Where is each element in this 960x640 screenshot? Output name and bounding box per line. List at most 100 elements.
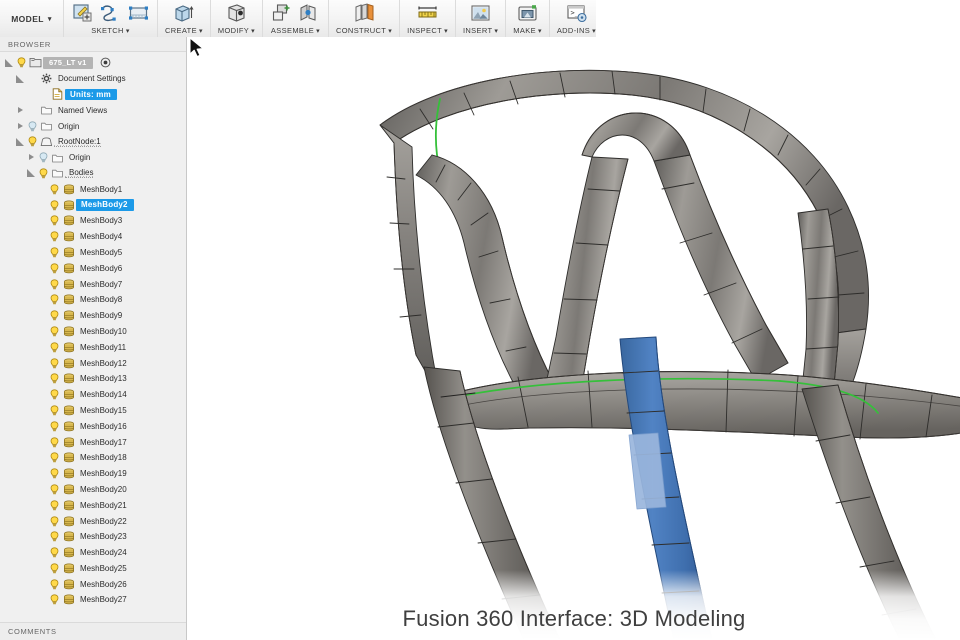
lightbulb-icon[interactable] bbox=[48, 515, 61, 527]
select-arrow-icon[interactable] bbox=[618, 2, 642, 24]
lightbulb-icon[interactable] bbox=[48, 294, 61, 305]
extrude-icon[interactable] bbox=[172, 2, 195, 24]
tree-item[interactable]: RootNode:1 bbox=[0, 134, 186, 150]
tree-item[interactable]: MeshBody26 bbox=[0, 576, 186, 592]
lightbulb-icon[interactable] bbox=[48, 373, 61, 384]
joint-icon[interactable] bbox=[298, 2, 321, 24]
expand-arrow-icon[interactable] bbox=[15, 121, 26, 132]
toolbar-group-addins[interactable]: >_ ADD-INS ▾ bbox=[549, 0, 604, 37]
tree-item[interactable]: MeshBody11 bbox=[0, 339, 186, 355]
comments-header[interactable]: COMMENTS bbox=[0, 622, 186, 640]
tree-item[interactable]: Origin bbox=[0, 118, 186, 134]
measure-icon[interactable] bbox=[416, 2, 439, 24]
tree-item[interactable]: MeshBody14 bbox=[0, 387, 186, 403]
tree-item[interactable]: MeshBody6 bbox=[0, 260, 186, 276]
toolbar-group-construct[interactable]: CONSTRUCT ▾ bbox=[328, 0, 401, 37]
toolbar-group-select[interactable]: SELECT ▾ bbox=[603, 0, 657, 37]
lightbulb-icon[interactable] bbox=[48, 563, 61, 574]
collapse-arrow-icon[interactable] bbox=[4, 57, 15, 68]
view-toggle-icon[interactable] bbox=[98, 57, 113, 68]
tree-item[interactable]: MeshBody12 bbox=[0, 355, 186, 371]
lightbulb-icon[interactable] bbox=[48, 500, 61, 511]
lightbulb-icon[interactable] bbox=[48, 547, 61, 558]
browser-tree[interactable]: 675_LT v1 Document Settings Units: mm Named… bbox=[0, 52, 186, 622]
toolbar-group-sketch[interactable]: SKETCH ▾ bbox=[64, 0, 158, 37]
lightbulb-icon[interactable] bbox=[48, 278, 61, 290]
expand-arrow-icon[interactable] bbox=[15, 105, 26, 116]
lightbulb-icon[interactable] bbox=[48, 263, 61, 274]
toolbar-group-create[interactable]: CREATE ▾ bbox=[158, 0, 211, 37]
lightbulb-icon[interactable] bbox=[48, 389, 61, 400]
lightbulb-icon[interactable] bbox=[26, 120, 39, 132]
lightbulb-icon[interactable] bbox=[48, 405, 61, 416]
3d-print-icon[interactable] bbox=[516, 2, 539, 24]
spline-icon[interactable] bbox=[99, 2, 122, 24]
tree-item[interactable]: MeshBody5 bbox=[0, 245, 186, 261]
workspace-switcher-button[interactable]: MODEL ▾ bbox=[0, 0, 64, 37]
scripts-addins-icon[interactable]: >_ bbox=[565, 2, 588, 24]
lightbulb-icon[interactable] bbox=[48, 215, 61, 226]
lightbulb-icon[interactable] bbox=[48, 484, 61, 495]
tree-item[interactable]: MeshBody13 bbox=[0, 371, 186, 387]
toolbar-group-modify[interactable]: MODIFY ▾ bbox=[210, 0, 263, 37]
tree-item[interactable]: MeshBody21 bbox=[0, 497, 186, 513]
lightbulb-icon[interactable] bbox=[37, 152, 50, 163]
expand-arrow-icon[interactable] bbox=[26, 152, 37, 163]
lightbulb-icon[interactable] bbox=[48, 531, 61, 542]
tree-item[interactable]: MeshBody3 bbox=[0, 213, 186, 229]
lightbulb-icon[interactable] bbox=[48, 247, 61, 258]
lightbulb-icon[interactable] bbox=[48, 310, 61, 321]
lightbulb-icon[interactable] bbox=[48, 579, 61, 590]
tree-item[interactable]: Document Settings bbox=[0, 71, 186, 87]
tree-item[interactable]: MeshBody15 bbox=[0, 403, 186, 419]
toolbar-group-inspect[interactable]: INSPECT ▾ bbox=[400, 0, 456, 37]
new-component-icon[interactable] bbox=[270, 2, 293, 24]
create-sketch-icon[interactable] bbox=[71, 2, 94, 24]
lightbulb-icon[interactable] bbox=[48, 184, 61, 195]
lightbulb-icon[interactable] bbox=[48, 357, 61, 369]
lightbulb-icon[interactable] bbox=[48, 421, 61, 432]
insert-image-icon[interactable] bbox=[469, 2, 492, 24]
collapse-arrow-icon[interactable] bbox=[26, 168, 37, 179]
lightbulb-icon[interactable] bbox=[15, 57, 28, 68]
tree-item[interactable]: MeshBody23 bbox=[0, 529, 186, 545]
tree-item[interactable]: MeshBody4 bbox=[0, 229, 186, 245]
lightbulb-icon[interactable] bbox=[48, 326, 61, 337]
tree-item[interactable]: MeshBody25 bbox=[0, 561, 186, 577]
tree-item[interactable]: MeshBody7 bbox=[0, 276, 186, 292]
tree-item[interactable]: MeshBody1 bbox=[0, 181, 186, 197]
tree-item[interactable]: Origin bbox=[0, 150, 186, 166]
lightbulb-icon[interactable] bbox=[37, 168, 50, 179]
tree-item[interactable]: Units: mm bbox=[0, 87, 186, 103]
tree-item[interactable]: MeshBody27 bbox=[0, 592, 186, 608]
rectangle-icon[interactable] bbox=[127, 2, 150, 24]
tree-item[interactable]: MeshBody22 bbox=[0, 513, 186, 529]
tree-item[interactable]: Named Views bbox=[0, 102, 186, 118]
lightbulb-icon[interactable] bbox=[48, 468, 61, 479]
tree-item[interactable]: MeshBody17 bbox=[0, 434, 186, 450]
lightbulb-icon[interactable] bbox=[48, 199, 61, 211]
tree-item[interactable]: MeshBody24 bbox=[0, 545, 186, 561]
toolbar-group-make[interactable]: MAKE ▾ bbox=[506, 0, 550, 37]
tree-item[interactable]: MeshBody2 bbox=[0, 197, 186, 213]
tree-item[interactable]: MeshBody20 bbox=[0, 482, 186, 498]
lightbulb-icon[interactable] bbox=[48, 231, 61, 242]
tree-item[interactable]: 675_LT v1 bbox=[0, 55, 186, 71]
toolbar-group-insert[interactable]: INSERT ▾ bbox=[455, 0, 507, 37]
offset-plane-icon[interactable] bbox=[353, 2, 376, 24]
3d-viewport[interactable]: Fusion 360 Interface: 3D Modeling bbox=[188, 37, 960, 640]
lightbulb-icon[interactable] bbox=[48, 452, 61, 463]
lightbulb-icon[interactable] bbox=[48, 342, 61, 353]
lightbulb-icon[interactable] bbox=[26, 136, 39, 147]
toolbar-group-assemble[interactable]: ASSEMBLE ▾ bbox=[262, 0, 329, 37]
press-pull-icon[interactable] bbox=[225, 2, 248, 24]
tree-item[interactable]: MeshBody18 bbox=[0, 450, 186, 466]
tree-item[interactable]: MeshBody10 bbox=[0, 324, 186, 340]
collapse-arrow-icon[interactable] bbox=[15, 136, 26, 147]
lightbulb-icon[interactable] bbox=[48, 436, 61, 448]
tree-item[interactable]: MeshBody9 bbox=[0, 308, 186, 324]
tree-item[interactable]: MeshBody19 bbox=[0, 466, 186, 482]
tree-item[interactable]: MeshBody16 bbox=[0, 418, 186, 434]
lightbulb-icon[interactable] bbox=[48, 594, 61, 605]
tree-item[interactable]: Bodies bbox=[0, 166, 186, 182]
